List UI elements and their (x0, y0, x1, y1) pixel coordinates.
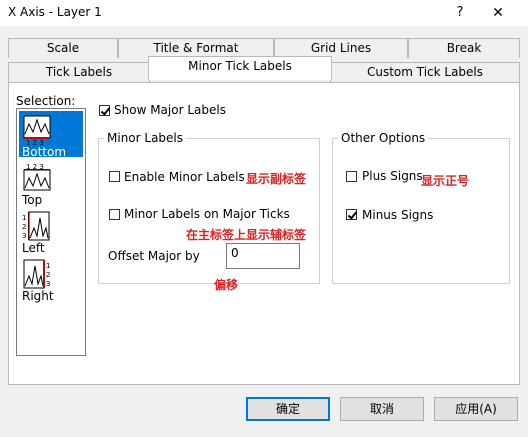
right-axis-icon: 1 2 3 (23, 259, 50, 289)
offset-major-input[interactable]: 0 (226, 243, 300, 269)
show-major-labels-label: Show Major Labels (114, 103, 226, 117)
minor-labels-on-major-ticks-label: Minor Labels on Major Ticks (124, 207, 290, 221)
plus-signs-checkbox[interactable] (346, 171, 357, 182)
tab-row-1: Scale Title & Format Grid Lines Break (0, 38, 528, 58)
left-axis-icon: 1 2 3 (22, 211, 50, 241)
cancel-button[interactable]: 取消 (340, 397, 424, 421)
minor-labels-on-major-ticks-checkbox[interactable] (109, 209, 120, 220)
window-title: X Axis - Layer 1 (8, 5, 102, 19)
svg-text:3: 3 (22, 232, 26, 240)
tab-break[interactable]: Break (408, 38, 520, 58)
selection-item-top[interactable]: 1 2 3 Top (19, 159, 83, 207)
ok-button[interactable]: 确定 (246, 397, 330, 421)
help-button[interactable]: ? (446, 2, 474, 24)
close-button[interactable]: ✕ (484, 2, 512, 24)
selection-item-left[interactable]: 1 2 3 Left (19, 207, 83, 255)
tab-custom-tick-labels[interactable]: Custom Tick Labels (330, 62, 520, 82)
offset-major-label: Offset Major by (108, 249, 200, 263)
selection-item-label: Left (22, 241, 45, 255)
show-major-labels-checkbox[interactable] (99, 105, 110, 116)
plus-signs-annotation: 显示正号 (421, 174, 470, 188)
tab-title-format[interactable]: Title & Format (118, 38, 274, 58)
tab-scale[interactable]: Scale (8, 38, 118, 58)
selection-list: 1 2 3 Bottom 1 2 3 Top 1 2 3 Left 1 2 3 … (16, 108, 86, 356)
title-bar: X Axis - Layer 1 ? ✕ (0, 0, 528, 26)
minor-labels-on-major-ticks-annotation: 在主标签上显示辅标签 (186, 228, 307, 242)
top-axis-icon: 1 2 3 (23, 163, 51, 191)
minus-signs-label: Minus Signs (362, 208, 434, 222)
tab-grid-lines[interactable]: Grid Lines (274, 38, 408, 58)
apply-button[interactable]: 应用(A) (434, 397, 518, 421)
svg-text:1: 1 (46, 262, 50, 270)
tab-row-2: Tick Labels Minor Tick Labels Custom Tic… (0, 56, 528, 82)
offset-annotation: 偏移 (214, 278, 239, 292)
tab-minor-tick-labels[interactable]: Minor Tick Labels (148, 56, 332, 80)
svg-text:3: 3 (46, 280, 50, 288)
bottom-axis-icon: 1 2 3 (23, 115, 51, 146)
enable-minor-labels-label: Enable Minor Labels (124, 170, 245, 184)
other-options-title: Other Options (338, 131, 429, 145)
tab-tick-labels[interactable]: Tick Labels (8, 62, 150, 82)
selection-item-right[interactable]: 1 2 3 Right (19, 255, 83, 303)
selection-item-bottom[interactable]: 1 2 3 Bottom (19, 111, 83, 159)
plus-signs-label: Plus Signs (362, 169, 423, 183)
selection-item-label: Right (22, 289, 54, 303)
svg-text:2: 2 (46, 271, 50, 279)
enable-minor-labels-checkbox[interactable] (109, 171, 120, 182)
selection-item-label: Bottom (22, 145, 67, 159)
enable-minor-labels-annotation: 显示副标签 (246, 172, 307, 186)
selection-item-label: Top (22, 193, 43, 207)
svg-text:1: 1 (22, 214, 26, 222)
minor-labels-title: Minor Labels (104, 131, 187, 145)
svg-text:2: 2 (22, 223, 26, 231)
minus-signs-checkbox[interactable] (346, 209, 357, 220)
selection-label: Selection: (16, 94, 76, 108)
